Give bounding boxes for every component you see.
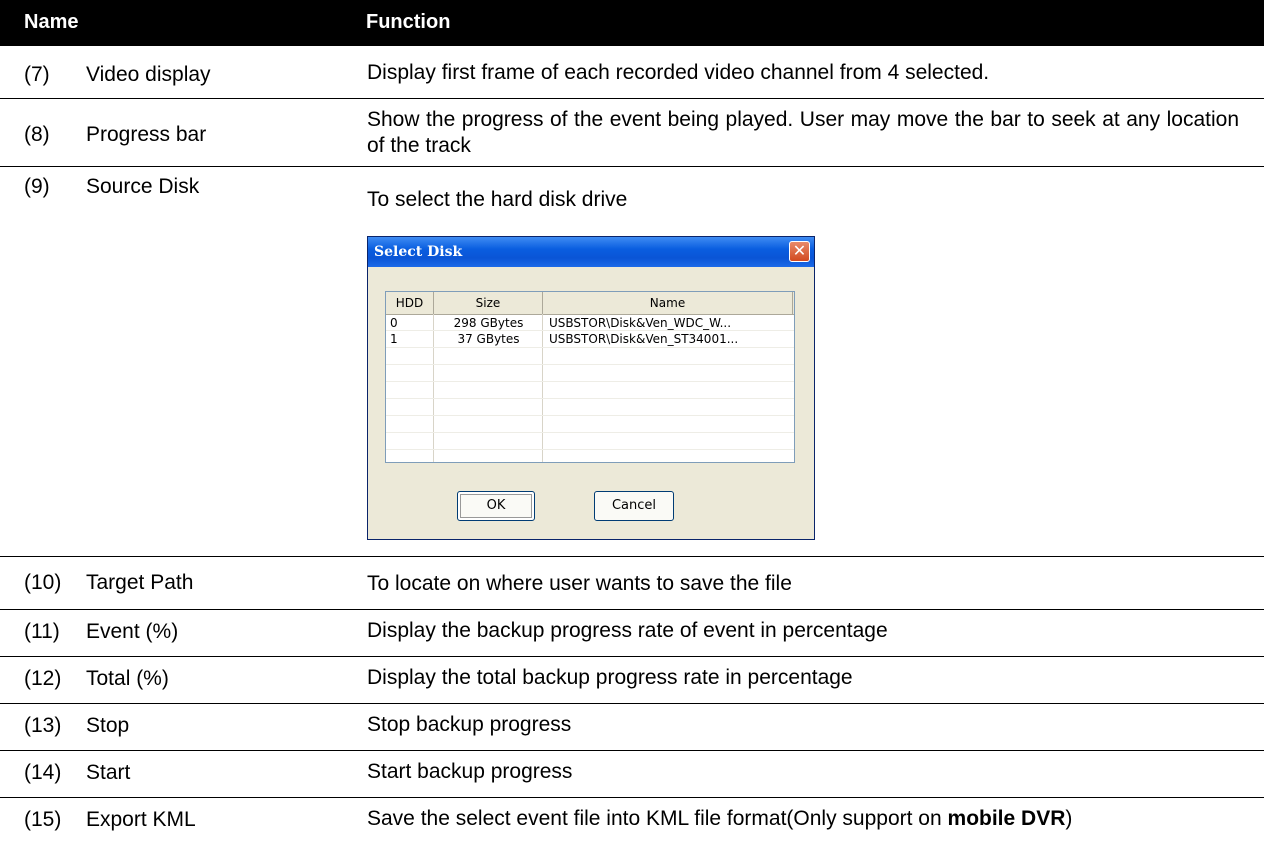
grid-line: [386, 364, 794, 365]
grid-line: [386, 347, 794, 348]
row-name: Export KML: [86, 808, 196, 831]
grid-line: [386, 449, 794, 450]
table-header: Name Function: [0, 0, 1264, 46]
table-row: (15) Export KML Save the select event fi…: [0, 798, 1264, 842]
row-function: Stop backup progress: [367, 713, 572, 736]
table-row: (8) Progress bar Show the progress of th…: [0, 99, 1264, 167]
column-header-hdd[interactable]: HDD: [386, 292, 434, 314]
table-row: (12) Total (%) Display the total backup …: [0, 657, 1264, 704]
table-row: (7) Video display Display first frame of…: [0, 46, 1264, 99]
column-header-size[interactable]: Size: [434, 292, 543, 314]
row-name: Start: [86, 761, 131, 784]
row-function: Display the backup progress rate of even…: [367, 619, 888, 642]
row-function: To locate on where user wants to save th…: [367, 572, 792, 595]
disk-size: 298 GBytes: [453, 316, 524, 330]
row-number: (12): [24, 667, 62, 690]
row-number: (8): [24, 123, 50, 146]
row-name: Total (%): [86, 667, 169, 690]
table-row: (13) Stop Stop backup progress: [0, 704, 1264, 751]
row-function: Save the select event file into KML file…: [367, 806, 1254, 832]
row-name: Source Disk: [86, 175, 200, 198]
row-name: Video display: [86, 63, 211, 86]
header-function: Function: [366, 11, 451, 33]
cancel-button[interactable]: Cancel: [594, 491, 674, 521]
row-function: Start backup progress: [367, 760, 573, 783]
grid-line: [386, 381, 794, 382]
row-number: (15): [24, 808, 62, 831]
row-function-close: ): [1065, 807, 1073, 830]
row-function: Show the progress of the event being pla…: [367, 108, 1239, 157]
column-header-name[interactable]: Name: [543, 292, 793, 314]
row-function: To select the hard disk drive: [367, 188, 628, 211]
grid-line: [386, 398, 794, 399]
table-row: (10) Target Path To locate on where user…: [0, 557, 1264, 610]
row-number: (7): [24, 63, 50, 86]
row-function-text: Save the select event file into KML file…: [367, 807, 948, 830]
row-number: (13): [24, 714, 62, 737]
row-function-bold: mobile DVR: [947, 807, 1066, 830]
table-row: (14) Start Start backup progress: [0, 751, 1264, 798]
row-number: (14): [24, 761, 62, 784]
disk-name: USBSTOR\Disk&Ven_WDC_W...: [549, 316, 732, 330]
dialog-title-bar: Select Disk: [368, 237, 814, 267]
disk-hdd: 0: [390, 316, 398, 330]
dialog-title: Select Disk: [374, 244, 463, 260]
close-icon[interactable]: ✕: [789, 241, 810, 262]
ok-button[interactable]: OK: [457, 491, 535, 521]
grid-line: [386, 415, 794, 416]
row-name: Target Path: [86, 571, 194, 594]
row-name: Event (%): [86, 620, 179, 643]
disk-list[interactable]: HDD Size Name 0 298 GBytes USBSTOR\Disk&…: [385, 291, 795, 463]
row-number: (10): [24, 571, 62, 594]
row-number: (11): [24, 620, 60, 643]
row-function: Display first frame of each recorded vid…: [367, 61, 990, 84]
header-name: Name: [24, 11, 79, 33]
row-function: Display the total backup progress rate i…: [367, 666, 853, 689]
disk-hdd: 1: [390, 332, 398, 346]
select-disk-dialog: Select Disk ✕ HDD Size Name 0 298 GBytes…: [367, 236, 815, 540]
grid-line: [386, 432, 794, 433]
table-row: (11) Event (%) Display the backup progre…: [0, 610, 1264, 657]
row-name: Progress bar: [86, 123, 207, 146]
disk-list-header: HDD Size Name: [386, 292, 794, 315]
row-number: (9): [24, 175, 50, 198]
row-name: Stop: [86, 714, 130, 737]
disk-size: 37 GBytes: [457, 332, 520, 346]
disk-name: USBSTOR\Disk&Ven_ST34001...: [549, 332, 739, 346]
